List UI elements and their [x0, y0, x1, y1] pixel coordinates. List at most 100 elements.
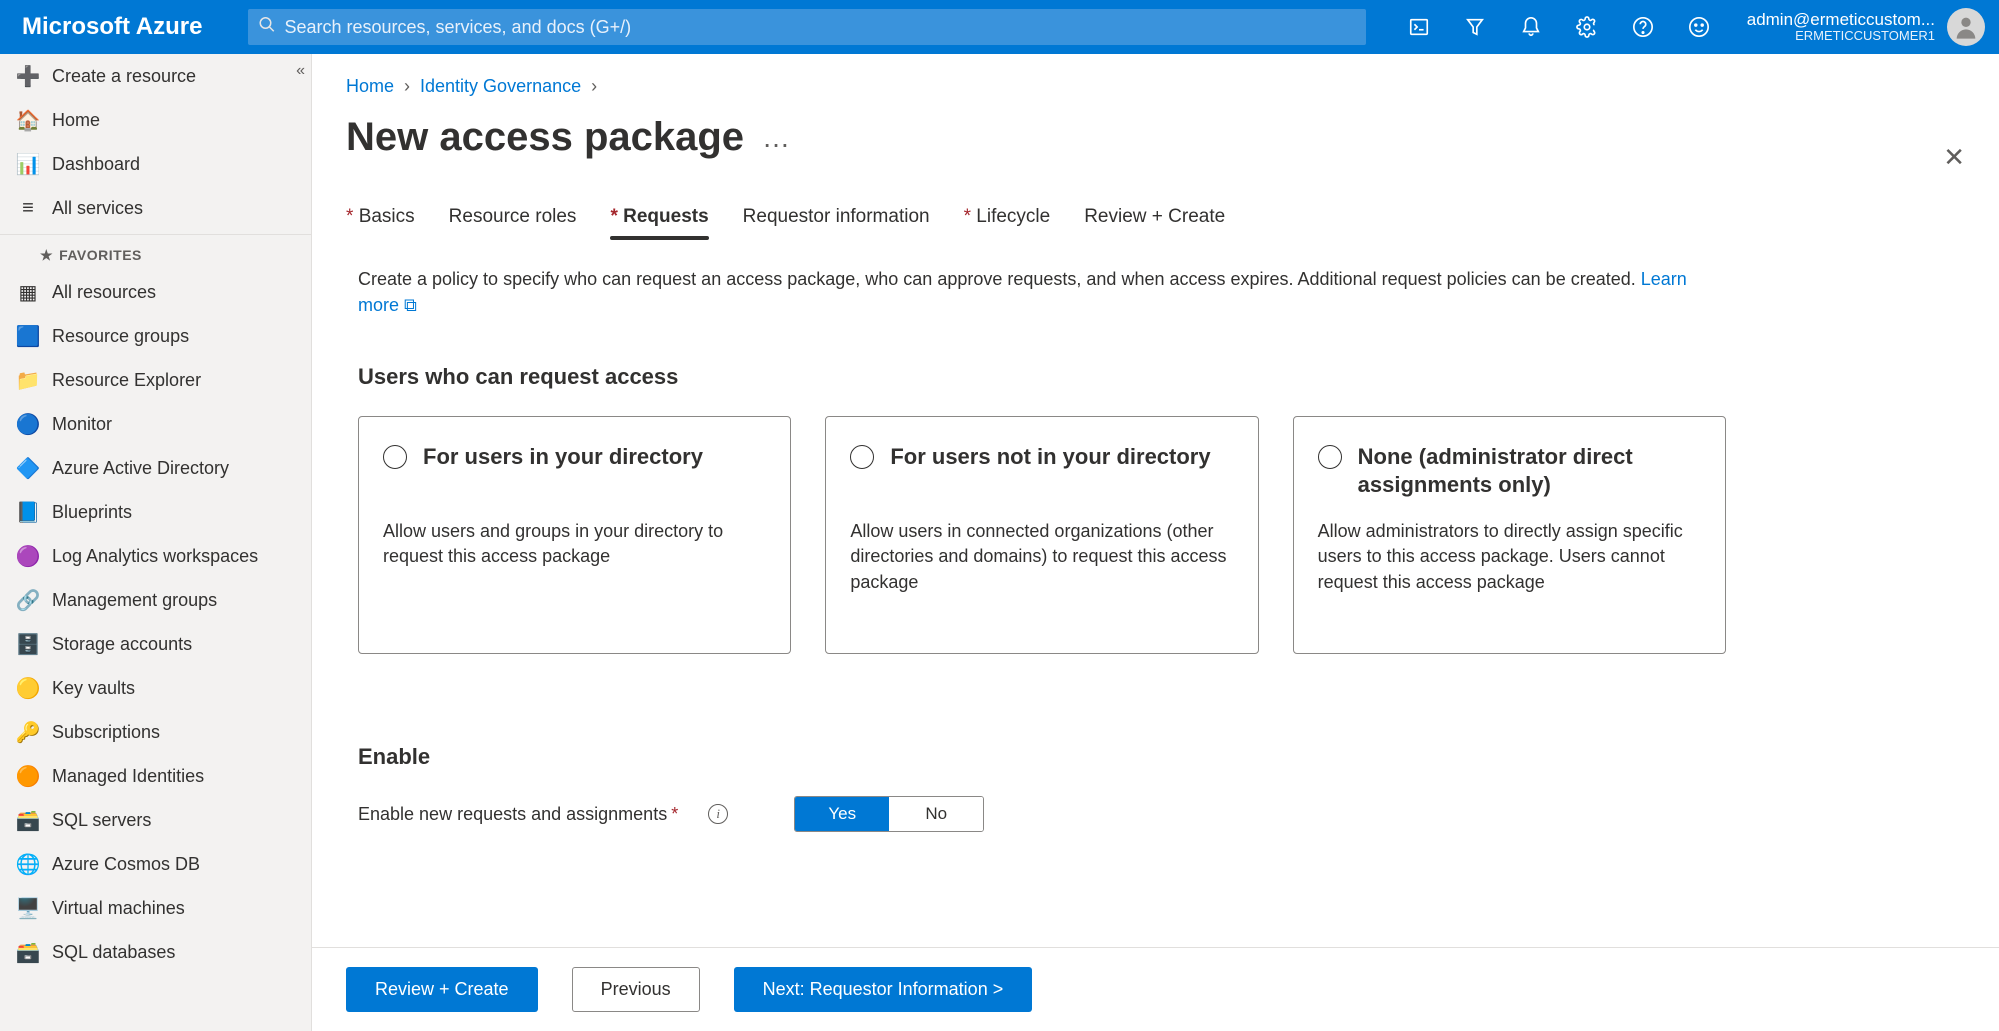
sidebar-item-all-resources[interactable]: ▦ All resources — [0, 270, 311, 314]
sidebar-item-home[interactable]: 🏠Home — [0, 98, 311, 142]
grid-icon: ▦ — [16, 280, 40, 304]
tab-lifecycle[interactable]: Lifecycle — [964, 206, 1051, 240]
sidebar-item-label: All resources — [52, 282, 156, 303]
sidebar-item-create-a-resource[interactable]: ➕ Create a resource — [0, 54, 311, 98]
collapse-sidebar-icon[interactable]: « — [296, 62, 305, 80]
requestor-scope-cards: For users in your directoryAllow users a… — [358, 416, 1726, 654]
sidebar-item-storage-accounts[interactable]: 🗄️Storage accounts — [0, 622, 311, 666]
close-icon[interactable]: ✕ — [1943, 142, 1965, 173]
monitor-icon: 🔵 — [16, 412, 40, 436]
sidebar-item-subscriptions[interactable]: 🔑Subscriptions — [0, 710, 311, 754]
sidebar-item-managed-identities[interactable]: 🟠Managed Identities — [0, 754, 311, 798]
sidebar-item-label: SQL databases — [52, 942, 175, 963]
sidebar-item-resource-explorer[interactable]: 📁Resource Explorer — [0, 358, 311, 402]
key-icon: 🔑 — [16, 720, 40, 744]
cosmos-icon: 🌐 — [16, 852, 40, 876]
aad-icon: 🔷 — [16, 456, 40, 480]
tab-requestor-information[interactable]: Requestor information — [743, 206, 930, 240]
sidebar-item-label: SQL servers — [52, 810, 151, 831]
review-create-button[interactable]: Review + Create — [346, 967, 538, 1012]
tabs: Basics Resource roles Requests Requestor in… — [346, 206, 1965, 240]
requestor-scope-card-1[interactable]: For users not in your directoryAllow use… — [825, 416, 1258, 654]
feedback-icon[interactable] — [1687, 15, 1711, 39]
log-icon: 🟣 — [16, 544, 40, 568]
sidebar-item-label: All services — [52, 198, 143, 219]
info-icon[interactable]: i — [708, 804, 728, 824]
sidebar-separator — [0, 234, 311, 235]
tab-requests[interactable]: Requests — [610, 206, 708, 240]
avatar — [1947, 8, 1985, 46]
next-button[interactable]: Next: Requestor Information > — [734, 967, 1033, 1012]
cloud-shell-icon[interactable] — [1407, 15, 1431, 39]
search-input[interactable] — [248, 9, 1366, 45]
rg-icon: 🟦 — [16, 324, 40, 348]
account-menu[interactable]: admin@ermeticcustom... ERMETICCUSTOMER1 — [1747, 8, 1985, 46]
sidebar-item-label: Virtual machines — [52, 898, 185, 919]
tab-basics[interactable]: Basics — [346, 206, 415, 240]
requestor-scope-card-2[interactable]: None (administrator direct assignments o… — [1293, 416, 1726, 654]
mgmt-icon: 🔗 — [16, 588, 40, 612]
previous-button[interactable]: Previous — [572, 967, 700, 1012]
account-tenant: ERMETICCUSTOMER1 — [1747, 29, 1935, 44]
sidebar-item-label: Log Analytics workspaces — [52, 546, 258, 567]
requestor-scope-card-0[interactable]: For users in your directoryAllow users a… — [358, 416, 791, 654]
enable-label: Enable new requests and assignments* — [358, 804, 678, 825]
sidebar-item-label: Storage accounts — [52, 634, 192, 655]
global-search[interactable] — [248, 9, 1366, 45]
breadcrumb-home[interactable]: Home — [346, 76, 394, 97]
sidebar-item-label: Resource Explorer — [52, 370, 201, 391]
radio-icon — [850, 445, 874, 469]
more-actions-icon[interactable]: … — [762, 122, 792, 154]
topbar-actions — [1407, 15, 1711, 39]
enable-row: Enable new requests and assignments* i Y… — [358, 796, 1726, 832]
section-heading-users: Users who can request access — [358, 364, 1726, 390]
sidebar-item-label: Managed Identities — [52, 766, 204, 787]
card-title: None (administrator direct assignments o… — [1358, 443, 1701, 498]
sidebar-item-key-vaults[interactable]: 🟡Key vaults — [0, 666, 311, 710]
brand: Microsoft Azure — [22, 13, 202, 41]
sqldb-icon: 🗃️ — [16, 940, 40, 964]
section-heading-enable: Enable — [358, 744, 1726, 770]
sidebar-item-label: Dashboard — [52, 154, 140, 175]
search-icon — [258, 16, 276, 39]
sidebar-item-sql-databases[interactable]: 🗃️ SQL databases — [0, 930, 311, 974]
footer: Review + Create Previous Next: Requestor… — [312, 947, 1999, 1031]
enable-toggle[interactable]: Yes No — [794, 796, 984, 832]
sidebar-item-label: Azure Active Directory — [52, 458, 229, 479]
sidebar-item-label: Resource groups — [52, 326, 189, 347]
sidebar-item-azure-active-directory[interactable]: 🔷 Azure Active Directory — [0, 446, 311, 490]
sidebar-item-sql-servers[interactable]: 🗃️SQL servers — [0, 798, 311, 842]
tab-review-create[interactable]: Review + Create — [1084, 206, 1225, 240]
sidebar-item-label: Azure Cosmos DB — [52, 854, 200, 875]
breadcrumb-identity-governance[interactable]: Identity Governance — [420, 76, 581, 97]
sidebar-item-resource-groups[interactable]: 🟦 Resource groups — [0, 314, 311, 358]
sidebar: « ➕ Create a resource 🏠Home 📊 Dashboard ≡ All … — [0, 54, 312, 1031]
sidebar-item-all-services[interactable]: ≡ All services — [0, 186, 311, 230]
vm-icon: 🖥️ — [16, 896, 40, 920]
sidebar-item-label: Home — [52, 110, 100, 131]
sidebar-item-management-groups[interactable]: 🔗 Management groups — [0, 578, 311, 622]
notifications-icon[interactable] — [1519, 15, 1543, 39]
plus-icon: ➕ — [16, 64, 40, 88]
dashboard-icon: 📊 — [16, 152, 40, 176]
settings-icon[interactable] — [1575, 15, 1599, 39]
sidebar-item-azure-cosmos-db[interactable]: 🌐 Azure Cosmos DB — [0, 842, 311, 886]
toggle-no[interactable]: No — [889, 797, 983, 831]
sidebar-item-virtual-machines[interactable]: 🖥️ Virtual machines — [0, 886, 311, 930]
card-desc: Allow administrators to directly assign … — [1318, 519, 1701, 595]
sidebar-item-monitor[interactable]: 🔵Monitor — [0, 402, 311, 446]
chevron-right-icon: › — [404, 76, 410, 97]
toggle-yes[interactable]: Yes — [795, 797, 889, 831]
sidebar-item-label: Create a resource — [52, 66, 196, 87]
filter-icon[interactable] — [1463, 15, 1487, 39]
main: ✕ Home › Identity Governance › New acces… — [312, 54, 1999, 1031]
help-icon[interactable] — [1631, 15, 1655, 39]
tab-resource-roles[interactable]: Resource roles — [449, 206, 577, 240]
sidebar-item-label: Blueprints — [52, 502, 132, 523]
sidebar-item-label: Management groups — [52, 590, 217, 611]
list-icon: ≡ — [16, 196, 40, 220]
sidebar-item-log-analytics-workspaces[interactable]: 🟣 Log Analytics workspaces — [0, 534, 311, 578]
sidebar-item-dashboard[interactable]: 📊 Dashboard — [0, 142, 311, 186]
sidebar-item-blueprints[interactable]: 📘Blueprints — [0, 490, 311, 534]
intro-text: Create a policy to specify who can reque… — [358, 266, 1726, 318]
